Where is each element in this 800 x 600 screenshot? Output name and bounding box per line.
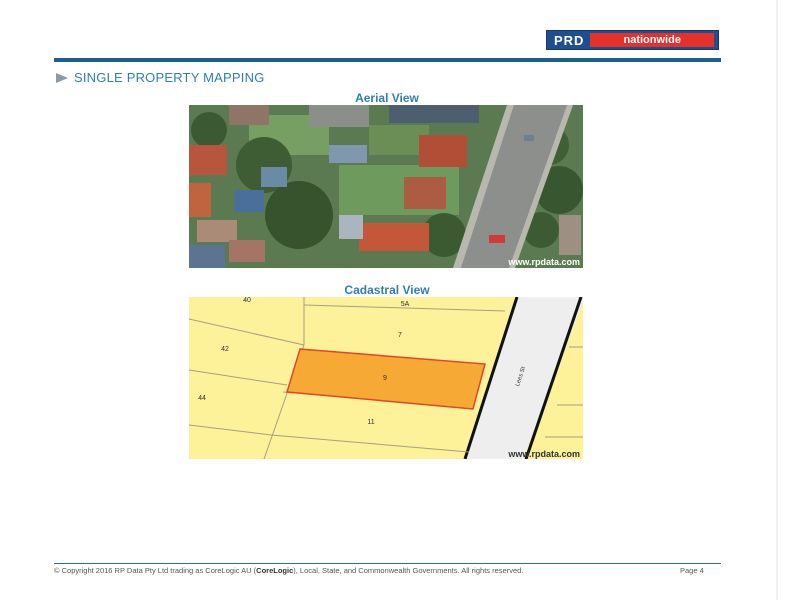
arrow-icon (56, 72, 68, 83)
lot-label: 5A (401, 301, 410, 308)
lot-label: 44 (198, 395, 206, 402)
scan-edge (776, 0, 778, 600)
copyright-text: ), Local, State, and Commonwealth Govern… (293, 566, 524, 575)
cadastral-view-title: Cadastral View (344, 283, 430, 297)
section-heading: SINGLE PROPERTY MAPPING (56, 70, 265, 85)
cadastral-watermark: www.rpdata.com (507, 449, 580, 459)
logo-brand: PRD (554, 32, 585, 48)
section-heading-text: SINGLE PROPERTY MAPPING (74, 70, 265, 85)
aerial-map: www.rpdata.com (189, 105, 583, 268)
prd-nationwide-logo: PRD nationwide (546, 30, 719, 50)
lot-label: 42 (221, 346, 229, 353)
aerial-photo: www.rpdata.com (189, 105, 583, 268)
lot-label: 11 (367, 419, 374, 426)
copyright-notice: © Copyright 2016 RP Data Pty Ltd trading… (54, 566, 554, 575)
footer-rule (54, 563, 721, 564)
header-rule (54, 58, 721, 62)
cadastral-plan: 40 5A 7 42 9 44 11 Lees St www.rpdata.co… (189, 297, 583, 459)
lot-label: 40 (243, 297, 251, 304)
lot-label: 7 (398, 332, 402, 339)
aerial-watermark: www.rpdata.com (507, 257, 580, 267)
page-number: Page 4 (680, 566, 704, 575)
logo-name: nationwide (590, 33, 714, 47)
copyright-text: © Copyright 2016 RP Data Pty Ltd trading… (54, 566, 257, 575)
copyright-brand: CoreLogic (256, 566, 294, 575)
cadastral-map: 40 5A 7 42 9 44 11 Lees St www.rpdata.co… (189, 297, 583, 459)
lot-label: 9 (383, 375, 387, 382)
aerial-view-title: Aerial View (355, 91, 419, 105)
